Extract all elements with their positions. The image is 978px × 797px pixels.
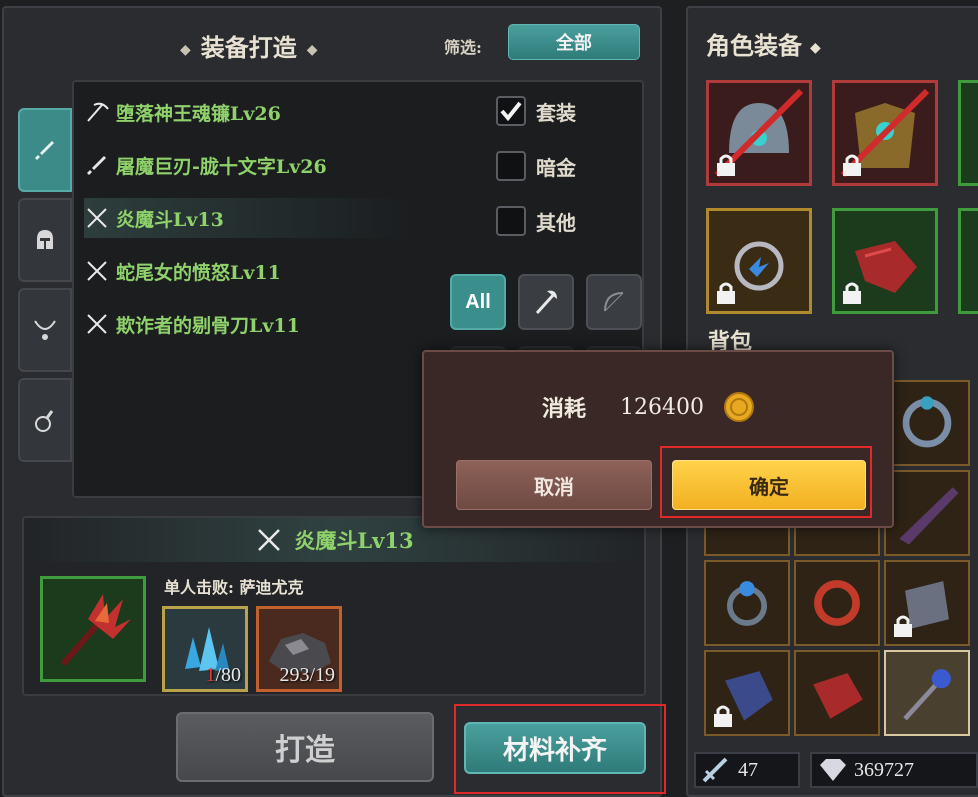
lock-icon (717, 154, 735, 176)
crossed-blades-icon (87, 314, 107, 334)
equip-slot-gloves[interactable] (832, 208, 938, 314)
weapon-type-axe-button[interactable] (518, 274, 574, 330)
list-item[interactable]: 欺诈者的剔骨刀Lv11 (84, 304, 414, 344)
weapon-type-bow-button[interactable] (586, 274, 642, 330)
material-slot-ore[interactable]: 293/19 (256, 606, 342, 692)
material-count: 293/19 (279, 664, 335, 686)
equip-slot-armor[interactable] (832, 80, 938, 186)
ring-icon (902, 396, 952, 448)
highlight-outline (660, 446, 872, 518)
item-detail-panel: 炎魔斗Lv13 单人击败: 萨迪尤克 1/80 293/19 (22, 516, 646, 696)
filter-other-checkbox[interactable]: 其他 (496, 206, 576, 236)
cost-row: 消耗 126400 (542, 390, 756, 424)
lock-icon (843, 154, 861, 176)
sword-icon (87, 156, 106, 175)
bag-slot[interactable] (794, 650, 880, 736)
craft-button[interactable]: 打造 (176, 712, 434, 782)
axe-icon (535, 290, 557, 315)
bag-slot[interactable] (884, 380, 970, 466)
gold-coin-icon (724, 392, 754, 422)
scythe-icon (87, 102, 109, 122)
tab-accessories[interactable] (18, 288, 72, 372)
sword-skill-icon (702, 757, 728, 783)
checkbox[interactable] (496, 206, 526, 236)
ring-icon (726, 581, 768, 626)
tab-potions[interactable] (18, 378, 72, 462)
lock-icon (843, 282, 861, 304)
list-item[interactable]: 屠魔巨刃-胧十文字Lv26 (84, 145, 414, 185)
filter-set-checkbox[interactable]: 套装 (496, 96, 576, 126)
bag-slot[interactable] (794, 560, 880, 646)
sword-icon (35, 141, 54, 160)
equip-slot-partial[interactable] (958, 80, 978, 186)
item-source: 单人击败: 萨迪尤克 (164, 578, 304, 597)
checkbox[interactable] (496, 151, 526, 181)
tab-armor[interactable] (18, 198, 72, 282)
weapon-points-counter: 47 (694, 752, 800, 788)
blade-icon (899, 487, 959, 545)
item-detail-name: 炎魔斗Lv13 (294, 528, 414, 553)
weapon-type-all-button[interactable]: All (450, 274, 506, 330)
craft-title: ◆ 装备打造 ◆ (180, 33, 318, 62)
crossed-blades-icon (87, 208, 107, 228)
crossed-blades-icon (258, 529, 281, 551)
list-item[interactable]: 堕落神王魂镰Lv26 (84, 92, 414, 132)
list-item[interactable]: 蛇尾女的愤怒Lv11 (84, 251, 414, 291)
checkbox-label: 暗金 (536, 155, 576, 180)
list-item-label: 炎魔斗Lv13 (116, 208, 224, 231)
bag-slot[interactable] (884, 560, 970, 646)
filter-dropdown[interactable]: 全部 (508, 24, 640, 60)
necklace-icon (34, 320, 56, 340)
gauntlet-icon (813, 672, 863, 719)
checkbox-label: 套装 (536, 100, 576, 125)
equip-slot-partial[interactable] (958, 208, 978, 314)
equip-slot-amulet[interactable] (706, 208, 812, 314)
filter-label: 筛选: (444, 38, 482, 57)
gem-icon (820, 759, 846, 781)
list-item-label: 堕落神王魂镰Lv26 (116, 102, 281, 125)
cancel-button[interactable]: 取消 (456, 460, 652, 510)
item-preview[interactable] (40, 576, 146, 682)
gem-counter: 369727 (810, 752, 978, 788)
material-count: 1/80 (205, 664, 241, 686)
ring-icon (814, 580, 860, 626)
list-item-label: 欺诈者的剔骨刀Lv11 (116, 314, 300, 337)
checkmark-icon (500, 101, 522, 122)
list-item-selected[interactable]: 炎魔斗Lv13 (84, 198, 414, 238)
fire-claw-weapon-icon (60, 594, 131, 666)
lock-icon (894, 615, 912, 637)
equipment-title: 角色装备 ◆ (706, 31, 821, 60)
cost-value: 126400 (620, 394, 704, 420)
highlight-outline (454, 704, 666, 794)
material-slot-crystal[interactable]: 1/80 (162, 606, 248, 692)
cost-label: 消耗 (542, 396, 587, 422)
bag-slot[interactable] (704, 560, 790, 646)
bag-slot[interactable] (884, 470, 970, 556)
list-item-label: 屠魔巨刃-胧十文字Lv26 (116, 155, 327, 178)
bag-slot[interactable] (704, 650, 790, 736)
checkbox-checked[interactable] (496, 96, 526, 126)
list-item-label: 蛇尾女的愤怒Lv11 (116, 261, 281, 284)
lock-icon (714, 705, 732, 727)
helmet-icon (37, 230, 53, 249)
crossed-blades-icon (87, 261, 107, 281)
potion-icon (35, 410, 54, 432)
lock-icon (717, 282, 735, 304)
bow-icon (604, 292, 624, 312)
bag-slot[interactable] (884, 650, 970, 736)
craft-title-text: 装备打造 (200, 33, 297, 62)
mace-icon (903, 669, 951, 721)
filter-dark-gold-checkbox[interactable]: 暗金 (496, 151, 576, 181)
equip-slot-helmet[interactable] (706, 80, 812, 186)
tab-weapons[interactable] (18, 108, 72, 192)
checkbox-label: 其他 (536, 210, 576, 235)
